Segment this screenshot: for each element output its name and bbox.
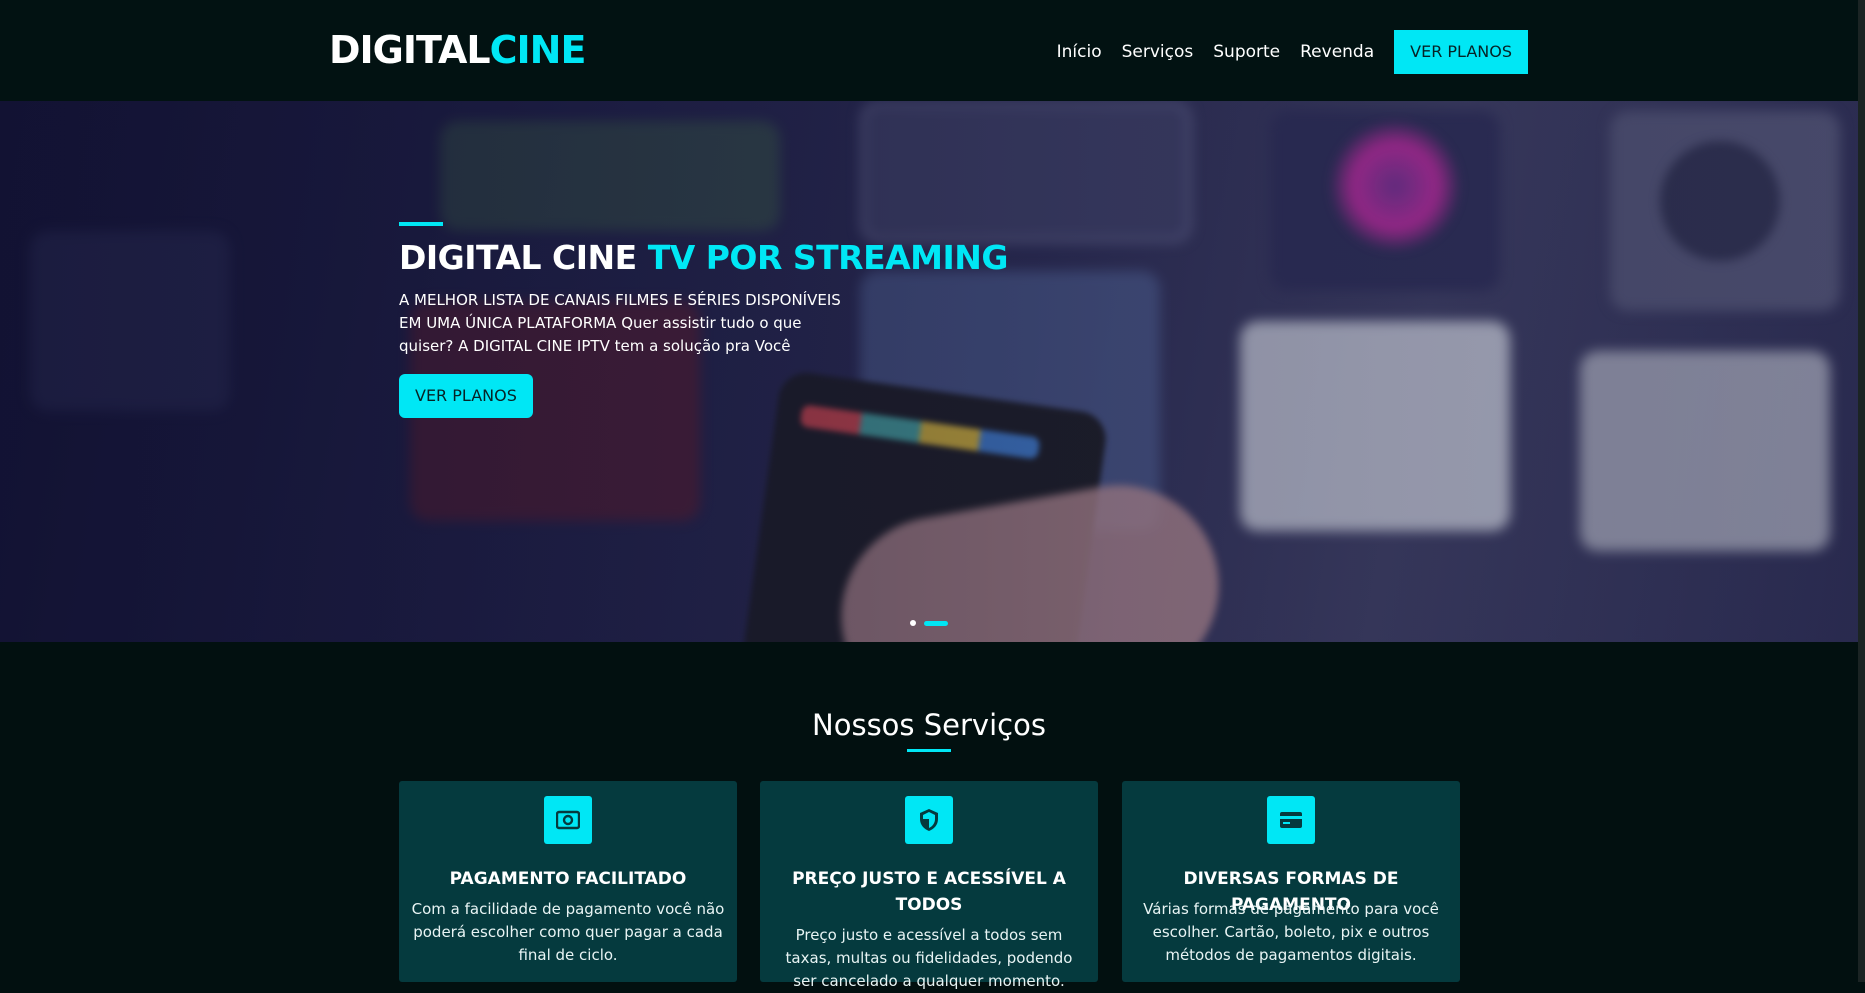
hero-title-brand: DIGITAL CINE — [399, 238, 637, 277]
logo-text-cine: CINE — [489, 28, 587, 72]
nav-link-servicos[interactable]: Serviços — [1122, 42, 1194, 62]
logo[interactable]: DIGITALCINE — [329, 28, 587, 72]
money-icon — [544, 796, 592, 844]
service-card-formas-pagamento: DIVERSAS FORMAS DE PAGAMENTO Várias form… — [1122, 781, 1460, 982]
nav-link-inicio[interactable]: Início — [1057, 42, 1102, 62]
hero-title-highlight: TV POR STREAMING — [647, 238, 1009, 277]
slider-dot-1[interactable] — [910, 620, 916, 626]
shield-icon — [905, 796, 953, 844]
main-nav: Início Serviços Suporte Revenda VER PLAN… — [1057, 30, 1528, 74]
credit-card-icon — [1267, 796, 1315, 844]
scrollbar[interactable] — [1858, 0, 1865, 982]
logo-text-digital: DIGITAL — [329, 28, 491, 72]
services-accent-bar — [907, 749, 951, 752]
hero-accent-bar — [399, 222, 443, 226]
nav-link-revenda[interactable]: Revenda — [1300, 42, 1374, 62]
hero-title: DIGITAL CINE TV POR STREAMING — [399, 238, 1099, 277]
service-card-description: Várias formas de pagamento para você esc… — [1143, 900, 1439, 964]
hero-content: DIGITAL CINE TV POR STREAMING A MELHOR L… — [399, 222, 1099, 418]
services-title: Nossos Serviços — [812, 708, 1046, 742]
site-header: DIGITALCINE Início Serviços Suporte Reve… — [0, 0, 1865, 101]
hero-description: A MELHOR LISTA DE CANAIS FILMES E SÉRIES… — [399, 291, 841, 355]
service-card-description: Preço justo e acessível a todos sem taxa… — [785, 926, 1073, 990]
slider-dots — [910, 620, 948, 626]
service-card-title: PREÇO JUSTO E ACESSÍVEL A TODOS — [792, 869, 1066, 915]
service-card-preco-justo: PREÇO JUSTO E ACESSÍVEL A TODOS Preço ju… — [760, 781, 1098, 990]
hero-slider: DIGITAL CINE TV POR STREAMING A MELHOR L… — [0, 101, 1858, 642]
slider-dot-2[interactable] — [924, 620, 948, 626]
service-card-pagamento-facilitado: PAGAMENTO FACILITADO Com a facilidade de… — [399, 781, 737, 982]
service-card-title: PAGAMENTO FACILITADO — [449, 869, 687, 889]
nav-link-suporte[interactable]: Suporte — [1213, 42, 1280, 62]
ver-planos-nav-button[interactable]: VER PLANOS — [1394, 30, 1528, 74]
ver-planos-hero-button[interactable]: VER PLANOS — [399, 374, 533, 418]
service-card-description: Com a facilidade de pagamento você não p… — [411, 900, 725, 964]
